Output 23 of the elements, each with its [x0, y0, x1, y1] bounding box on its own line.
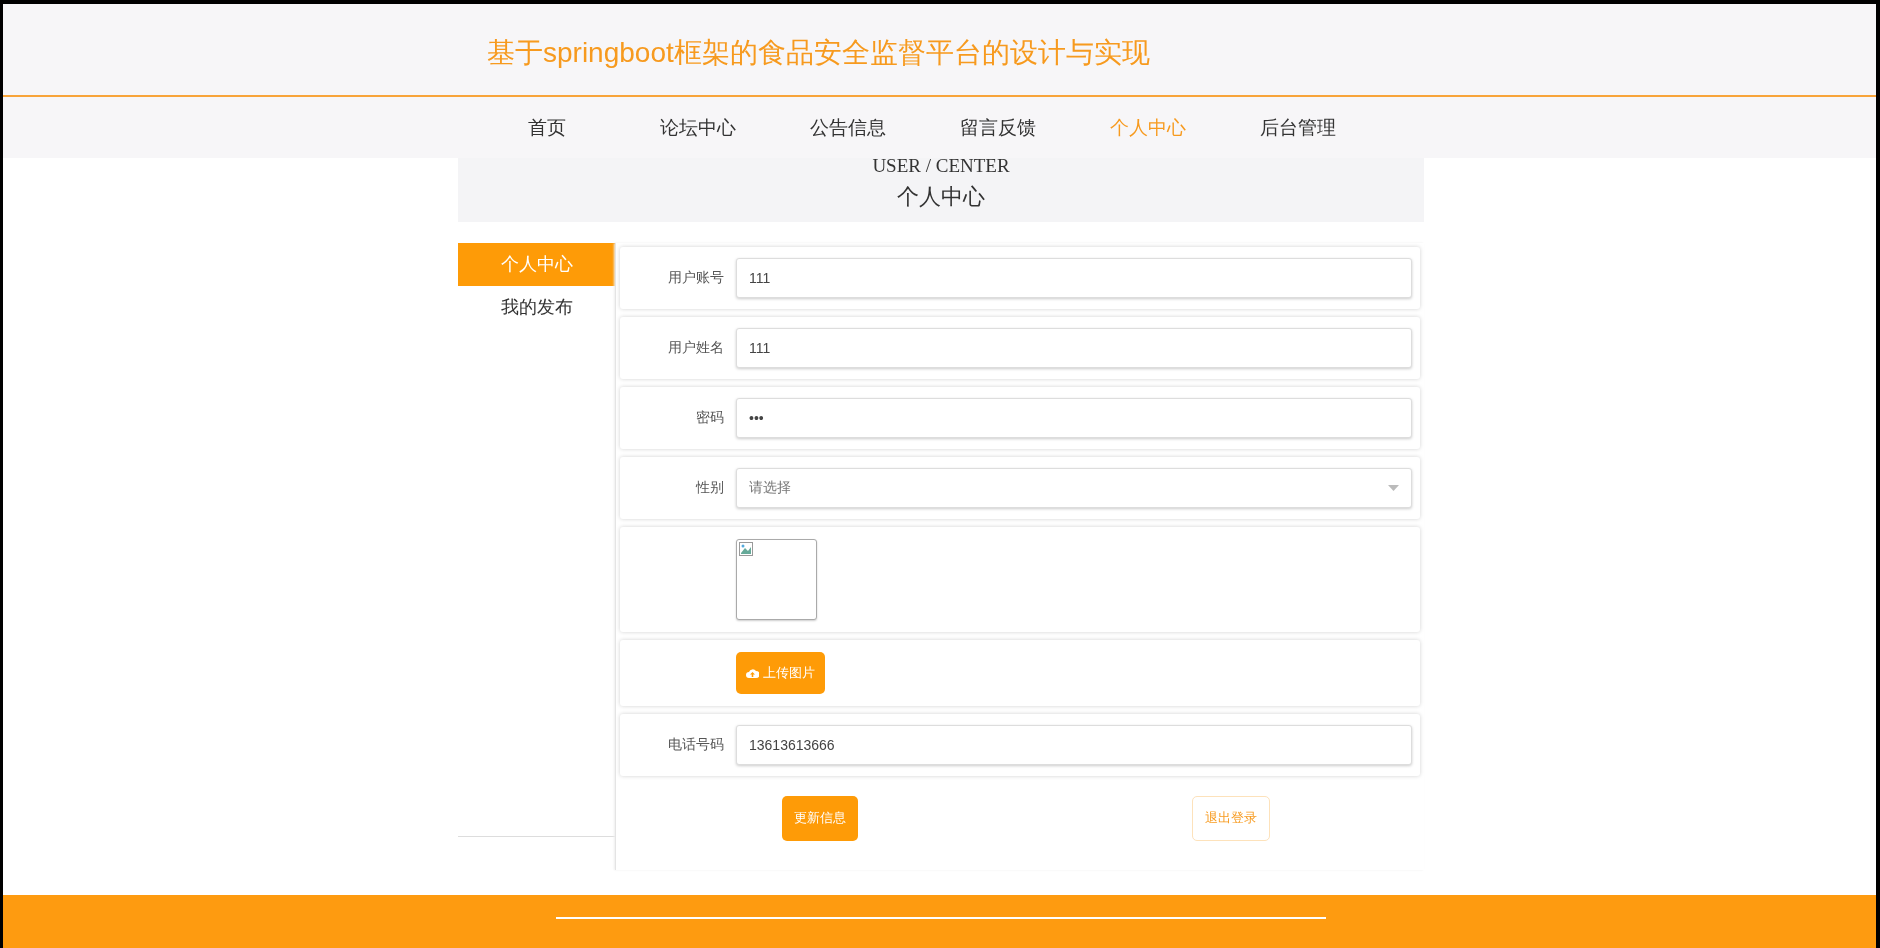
input-field[interactable]: 111: [736, 327, 1412, 368]
nav-tab[interactable]: 公告信息: [810, 114, 960, 141]
banner-title: 个人中心: [897, 182, 985, 211]
field-label: 电话号码: [667, 735, 725, 754]
field-label: 密码: [695, 408, 725, 427]
field-label: 用户账号: [667, 268, 725, 287]
nav-tab[interactable]: 留言反馈: [960, 114, 1110, 141]
nav-tab[interactable]: 论坛中心: [660, 114, 810, 141]
sidebar-item[interactable]: 我的发布: [458, 285, 615, 329]
broken-image-icon: [739, 541, 753, 556]
nav-tab[interactable]: 后台管理: [1260, 114, 1410, 141]
input-field[interactable]: 111: [736, 257, 1412, 298]
password-field[interactable]: •••: [736, 397, 1412, 438]
select-placeholder: 请选择: [749, 478, 791, 497]
site-title: 基于springboot框架的食品安全监督平台的设计与实现: [487, 36, 1151, 70]
field-label: 用户姓名: [667, 338, 725, 357]
nav-tab[interactable]: 首页: [510, 114, 660, 141]
field-label: 性别: [694, 478, 725, 497]
input-field[interactable]: 13613613666: [736, 724, 1412, 765]
cloud-upload-icon: [746, 667, 759, 678]
select-field[interactable]: 请选择: [736, 467, 1412, 508]
banner-subtitle: USER / CENTER: [872, 155, 1010, 176]
caret-icon: [1388, 484, 1399, 491]
